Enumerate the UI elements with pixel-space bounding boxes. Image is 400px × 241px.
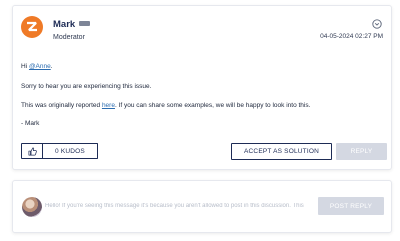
reply-input[interactable]: Hello! If you're seeing this message it'…	[45, 203, 307, 209]
reply-box: Hello! If you're seeing this message it'…	[12, 180, 392, 233]
signature: - Mark	[21, 120, 40, 127]
zendesk-logo-icon	[27, 21, 37, 32]
kudos-count-button[interactable]: 0 KUDOS	[43, 143, 98, 159]
report-prefix: This was originally reported	[21, 102, 102, 109]
kudo-button[interactable]	[21, 143, 43, 159]
greeting-prefix: Hi	[21, 63, 29, 70]
chevron-down-circle-icon[interactable]	[372, 19, 382, 29]
post-date: 04-05-2024 02:27 PM	[320, 33, 383, 40]
body-line-apology: Sorry to hear you are experiencing this …	[21, 83, 152, 90]
author-name[interactable]: Mark	[53, 19, 75, 30]
body-line-report: This was originally reported here. If yo…	[21, 102, 310, 109]
report-suffix: . If you can share some examples, we wil…	[114, 102, 311, 109]
reply-button[interactable]: REPLY	[336, 143, 387, 160]
post-reply-button[interactable]: POST REPLY	[318, 197, 384, 215]
post-card: Mark Moderator 04-05-2024 02:27 PM Hi @A…	[12, 5, 392, 170]
rank-badge-icon	[79, 21, 90, 26]
report-link[interactable]: here	[102, 102, 115, 109]
current-user-avatar	[22, 197, 42, 217]
author-avatar[interactable]	[21, 16, 43, 38]
user-mention-link[interactable]: @Anne	[29, 63, 51, 70]
greeting-line: Hi @Anne.	[21, 63, 53, 70]
accept-solution-button[interactable]: ACCEPT AS SOLUTION	[231, 143, 332, 160]
greeting-suffix: .	[50, 63, 53, 70]
author-role: Moderator	[53, 34, 85, 41]
thumbs-up-icon	[28, 147, 37, 155]
